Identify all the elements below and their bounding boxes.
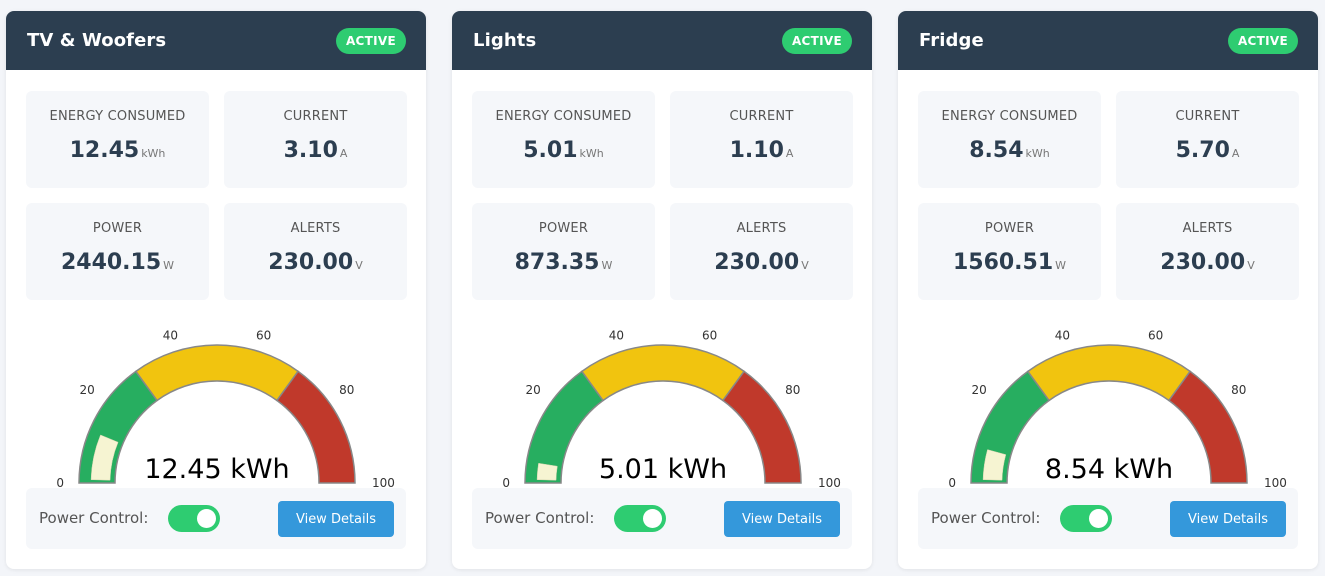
status-badge: ACTIVE: [781, 27, 852, 54]
device-card: Fridge ACTIVE ENERGY CONSUMED 8.54 kWh CU…: [898, 11, 1318, 569]
gauge-tick-label: 80: [785, 383, 800, 397]
toggle-knob: [643, 509, 662, 528]
metric-current: CURRENT 1.10 A: [670, 91, 853, 188]
power-control-bar: Power Control: View Details: [472, 488, 852, 549]
gauge-zone-yellow: [1026, 344, 1192, 402]
metric-label: ENERGY CONSUMED: [49, 109, 186, 124]
metric-label: ALERTS: [736, 221, 787, 236]
device-card: Lights ACTIVE ENERGY CONSUMED 5.01 kWh CU…: [452, 11, 872, 569]
metric-energy-consumed: ENERGY CONSUMED 12.45 kWh: [26, 91, 209, 188]
metric-value: 5.01: [523, 138, 578, 163]
metric-unit: A: [1231, 147, 1240, 160]
gauge-tick-label: 40: [163, 328, 178, 342]
metric-value: 1.10: [729, 138, 784, 163]
view-details-button[interactable]: View Details: [724, 501, 840, 537]
metric-alerts: ALERTS 230.00 V: [1116, 203, 1299, 300]
metric-unit: W: [601, 259, 613, 272]
gauge-tick-label: 60: [1148, 328, 1163, 342]
metric-value: 3.10: [283, 138, 338, 163]
gauge-tick-label: 20: [80, 383, 95, 397]
metric-label: ALERTS: [1182, 221, 1233, 236]
power-control-bar: Power Control: View Details: [918, 488, 1298, 549]
gauge-readout: 12.45 kWh: [144, 454, 289, 485]
metric-unit: V: [1247, 259, 1255, 272]
metric-unit: V: [801, 259, 809, 272]
power-control-label: Power Control:: [39, 509, 149, 527]
metric-current: CURRENT 3.10 A: [224, 91, 407, 188]
metric-value: 2440.15: [60, 250, 162, 275]
gauge-readout: 8.54 kWh: [1045, 454, 1173, 485]
metric-value: 12.45: [69, 138, 140, 163]
metric-unit: kWh: [579, 147, 604, 160]
metric-power: POWER 873.35 W: [472, 203, 655, 300]
card-header: TV & Woofers ACTIVE: [6, 11, 426, 70]
toggle-knob: [197, 509, 216, 528]
device-name: Fridge: [919, 30, 984, 51]
metric-energy-consumed: ENERGY CONSUMED 8.54 kWh: [918, 91, 1101, 188]
metric-alerts: ALERTS 230.00 V: [670, 203, 853, 300]
metric-label: ALERTS: [290, 221, 341, 236]
power-control-bar: Power Control: View Details: [26, 488, 406, 549]
metric-unit: A: [339, 147, 348, 160]
metric-value: 873.35: [514, 250, 600, 275]
card-header: Fridge ACTIVE: [898, 11, 1318, 70]
metric-label: ENERGY CONSUMED: [495, 109, 632, 124]
card-header: Lights ACTIVE: [452, 11, 872, 70]
metric-label: POWER: [984, 221, 1035, 236]
gauge-value-bar: [982, 449, 1007, 481]
metric-value: 230.00: [268, 250, 354, 275]
metric-unit: W: [1055, 259, 1067, 272]
gauge-value-bar: [536, 462, 558, 481]
metric-label: ENERGY CONSUMED: [941, 109, 1078, 124]
gauge-zone-yellow: [134, 344, 300, 402]
power-control-label: Power Control:: [485, 509, 595, 527]
metric-label: POWER: [538, 221, 589, 236]
power-toggle[interactable]: [614, 505, 666, 532]
metric-value: 1560.51: [952, 250, 1054, 275]
gauge-tick-label: 60: [702, 328, 717, 342]
gauge-tick-label: 60: [256, 328, 271, 342]
gauge-zone-yellow: [580, 344, 746, 402]
toggle-knob: [1089, 509, 1108, 528]
view-details-button[interactable]: View Details: [1170, 501, 1286, 537]
metric-label: POWER: [92, 221, 143, 236]
metric-label: CURRENT: [283, 109, 348, 124]
device-name: TV & Woofers: [27, 30, 167, 51]
status-badge: ACTIVE: [1227, 27, 1298, 54]
metric-value: 230.00: [714, 250, 800, 275]
gauge-tick-label: 80: [1231, 383, 1246, 397]
metric-value: 8.54: [969, 138, 1024, 163]
metric-current: CURRENT 5.70 A: [1116, 91, 1299, 188]
power-control-label: Power Control:: [931, 509, 1041, 527]
status-badge: ACTIVE: [335, 27, 406, 54]
metric-energy-consumed: ENERGY CONSUMED 5.01 kWh: [472, 91, 655, 188]
metric-unit: kWh: [141, 147, 166, 160]
gauge-tick-label: 20: [526, 383, 541, 397]
metric-label: CURRENT: [1175, 109, 1240, 124]
gauge-tick-label: 80: [339, 383, 354, 397]
device-card: TV & Woofers ACTIVE ENERGY CONSUMED 12.4…: [6, 11, 426, 569]
gauge-tick-label: 40: [609, 328, 624, 342]
metric-power: POWER 2440.15 W: [26, 203, 209, 300]
power-toggle[interactable]: [1060, 505, 1112, 532]
metric-value: 230.00: [1160, 250, 1246, 275]
energy-gauge: 02040 608010012.45 kWh: [56, 328, 395, 490]
energy-gauge: 02040 60801005.01 kWh: [502, 328, 841, 490]
power-toggle[interactable]: [168, 505, 220, 532]
metric-unit: V: [355, 259, 363, 272]
metric-unit: A: [785, 147, 794, 160]
gauge-tick-label: 20: [972, 383, 987, 397]
metric-label: CURRENT: [729, 109, 794, 124]
gauge-tick-label: 40: [1055, 328, 1070, 342]
metric-value: 5.70: [1175, 138, 1230, 163]
metric-power: POWER 1560.51 W: [918, 203, 1101, 300]
metric-alerts: ALERTS 230.00 V: [224, 203, 407, 300]
metric-unit: kWh: [1025, 147, 1050, 160]
device-name: Lights: [473, 30, 537, 51]
energy-gauge: 02040 60801008.54 kWh: [948, 328, 1287, 490]
gauge-readout: 5.01 kWh: [599, 454, 727, 485]
metric-unit: W: [163, 259, 175, 272]
view-details-button[interactable]: View Details: [278, 501, 394, 537]
